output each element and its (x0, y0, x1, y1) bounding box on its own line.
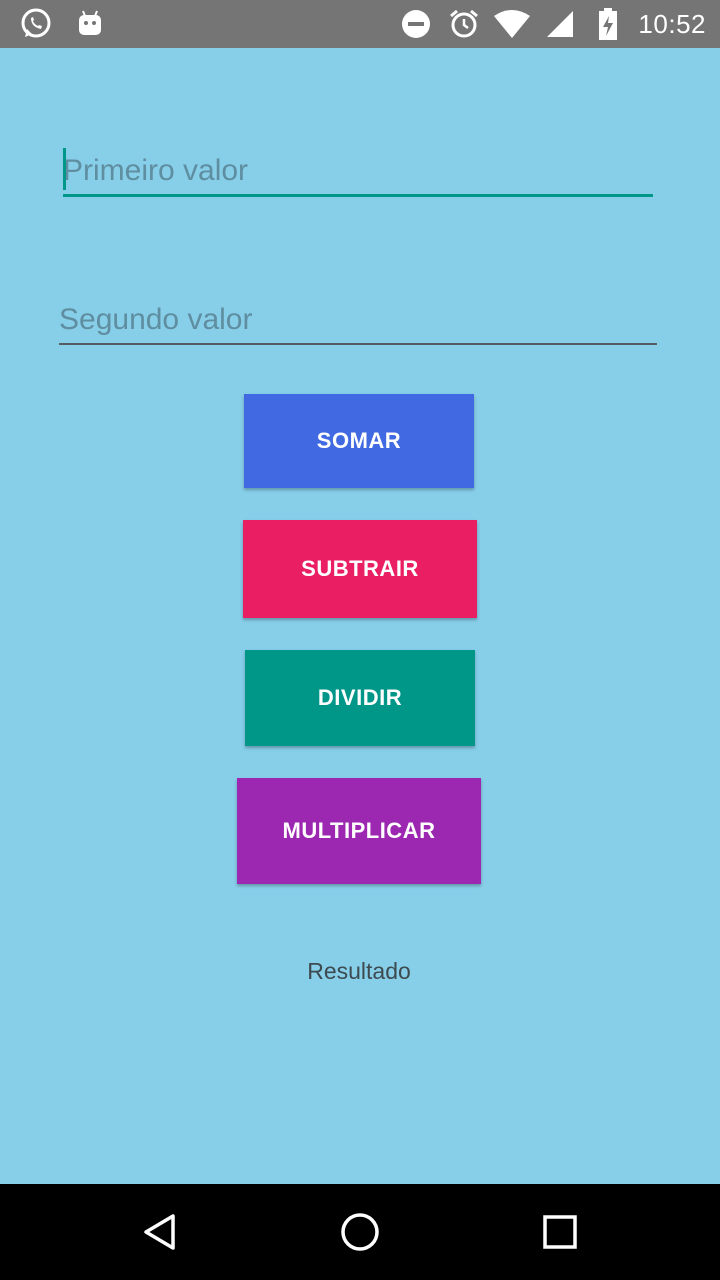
text-cursor (63, 148, 66, 190)
battery-charging-icon (590, 6, 626, 42)
second-value-input[interactable] (59, 297, 657, 345)
divide-button[interactable]: DIVIDIR (245, 650, 475, 746)
wifi-icon (494, 6, 531, 42)
subtract-button[interactable]: SUBTRAIR (243, 520, 477, 618)
do-not-disturb-icon (398, 6, 434, 42)
navigation-bar (0, 1184, 720, 1280)
status-bar: 10:52 (0, 0, 720, 48)
alarm-icon (446, 6, 482, 42)
multiply-button[interactable]: MULTIPLICAR (237, 778, 481, 884)
back-icon[interactable] (136, 1208, 184, 1256)
whatsapp-icon (18, 6, 54, 42)
result-label: Resultado (307, 958, 411, 984)
clock: 10:52 (638, 8, 706, 39)
android-icon (72, 6, 108, 42)
add-button[interactable]: SOMAR (244, 394, 474, 488)
first-value-input[interactable] (63, 148, 653, 197)
cell-signal-icon (542, 6, 578, 42)
home-icon[interactable] (336, 1208, 384, 1256)
recents-icon[interactable] (536, 1208, 584, 1256)
